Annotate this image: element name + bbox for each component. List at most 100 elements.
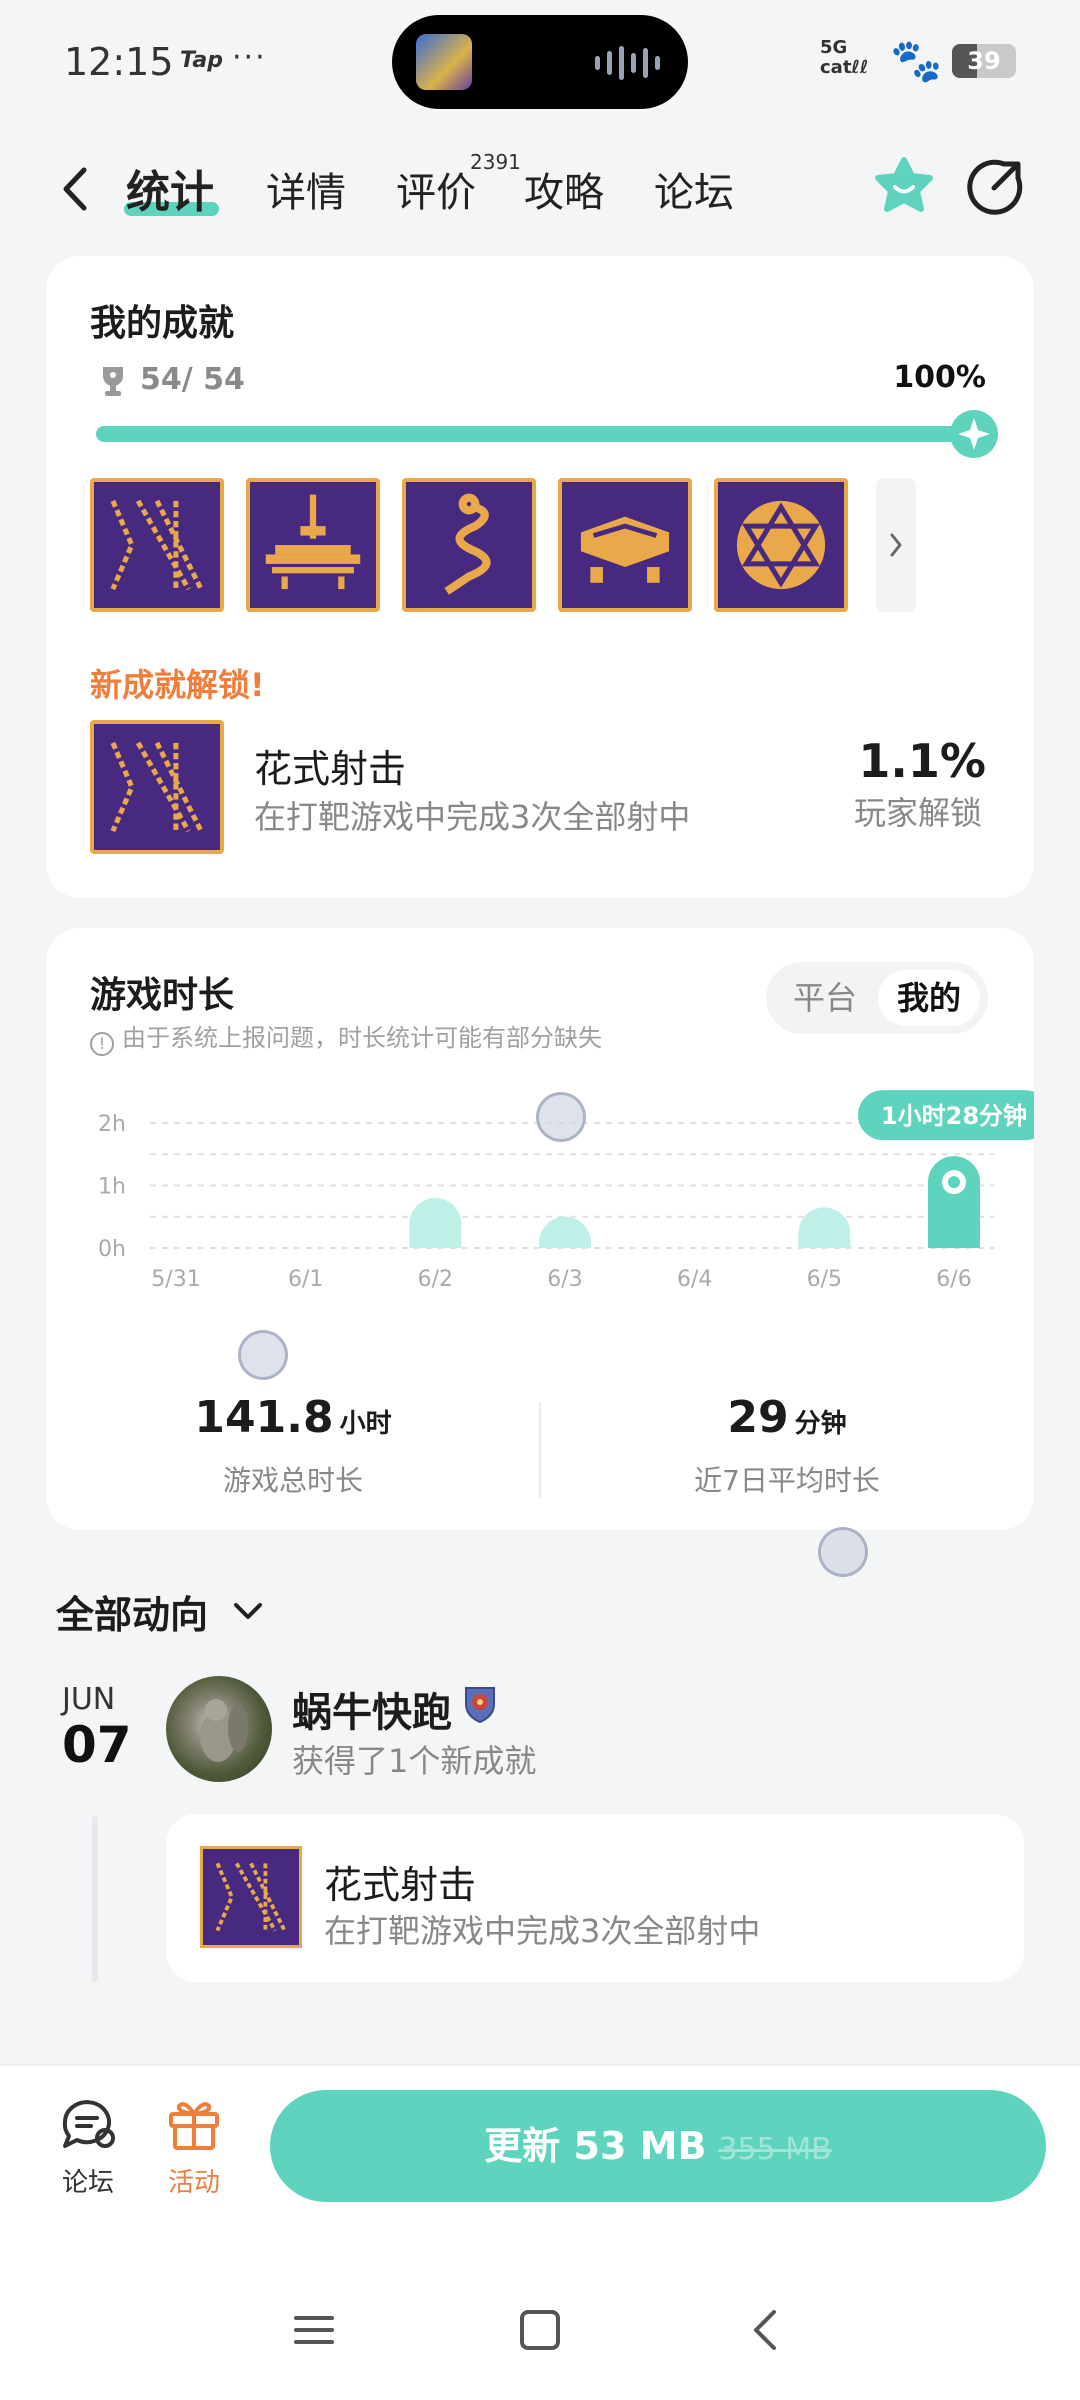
- total-playtime-value: 141.8: [194, 1392, 334, 1443]
- top-nav: 统计 详情 评价 2391 攻略 论坛: [0, 140, 1080, 240]
- events-label: 活动: [167, 2168, 220, 2198]
- dynamic-island[interactable]: [392, 15, 688, 109]
- data-source-toggle: 平台 我的: [766, 962, 988, 1034]
- back-arrow-icon[interactable]: [56, 164, 96, 214]
- y-tick-label: 2h: [98, 1112, 126, 1137]
- timeline-line: [92, 1816, 98, 1982]
- avg-playtime-value: 29: [727, 1392, 789, 1443]
- system-back-icon[interactable]: [738, 2302, 794, 2358]
- avg-playtime-unit: 分钟: [794, 1409, 847, 1439]
- x-tick-label: 6/4: [677, 1267, 712, 1292]
- tab-guides[interactable]: 攻略: [524, 160, 604, 218]
- forum-label: 论坛: [61, 2168, 114, 2198]
- achievement-badge[interactable]: [714, 478, 848, 612]
- chart-bar: [539, 1216, 591, 1248]
- network-type: 5G: [820, 37, 848, 58]
- achievement-progress-bar: [96, 426, 986, 442]
- unlock-rate: 1.1%: [858, 734, 986, 788]
- chart-bar-marker-dot: [948, 1176, 960, 1189]
- forum-button[interactable]: 论坛: [38, 2094, 138, 2199]
- playtime-note-text: 由于系统上报问题，时长统计可能有部分缺失: [122, 1024, 602, 1052]
- achievements-card[interactable]: 我的成就 54/ 54 100% 新成就解锁! 花式射击 在打靶游戏中完成3次全…: [46, 256, 1034, 898]
- toggle-platform[interactable]: 平台: [774, 970, 876, 1026]
- total-playtime-label: 游戏总时长: [222, 1464, 363, 1497]
- avg-playtime-stat: 29 分钟 近7日平均时长: [540, 1392, 1034, 1499]
- x-tick-label: 6/2: [418, 1267, 453, 1292]
- playtime-card: 游戏时长 ! 由于系统上报问题，时长统计可能有部分缺失 平台 我的 0h 1h 2h 5…: [46, 928, 1034, 1530]
- status-bar: 12:15 Tap ··· 5G catℓℓ 🐾 39: [0, 0, 1080, 125]
- feed-achievement-name: 花式射击: [324, 1863, 477, 1907]
- feed-achievement-badge: [200, 1846, 302, 1948]
- tab-reviews[interactable]: 评价: [396, 160, 476, 218]
- feed-filter-title[interactable]: 全部动向: [56, 1584, 208, 1639]
- chart-bar: [409, 1198, 462, 1248]
- y-tick-label: 0h: [98, 1237, 126, 1262]
- tab-stats[interactable]: 统计: [126, 156, 214, 220]
- x-tick-label: 6/6: [936, 1267, 971, 1292]
- feed-action-text: 获得了1个新成就: [292, 1742, 537, 1780]
- signal-icon: 5G catℓℓ: [820, 38, 868, 78]
- new-achievement-heading: 新成就解锁!: [90, 666, 265, 704]
- feed-date-day: 07: [62, 1716, 132, 1774]
- star-icon[interactable]: [872, 156, 936, 220]
- x-tick-label: 6/3: [547, 1267, 582, 1292]
- battery-icon: 39: [952, 44, 1016, 78]
- touch-indicator: [536, 1092, 586, 1142]
- progress-sparkle-icon: [950, 410, 998, 458]
- chevron-right-icon[interactable]: [876, 478, 916, 612]
- tap-app-indicator: Tap: [180, 48, 223, 73]
- tab-details[interactable]: 详情: [266, 160, 346, 218]
- clock: 12:15: [64, 40, 174, 84]
- gift-icon: [169, 2102, 219, 2150]
- update-button[interactable]: 更新 53 MB 355 MB: [270, 2090, 1046, 2202]
- chevron-down-icon[interactable]: [230, 1596, 266, 1626]
- new-achievement-desc: 在打靶游戏中完成3次全部射中: [254, 798, 691, 836]
- audio-wave-icon: [595, 45, 660, 81]
- feed-date-month: JUN: [62, 1682, 116, 1717]
- achievement-count: 54/ 54: [140, 362, 245, 397]
- total-playtime-stat: 141.8 小时 游戏总时长: [46, 1392, 540, 1499]
- achievement-badge[interactable]: [558, 478, 692, 612]
- y-tick-label: 1h: [98, 1175, 126, 1200]
- more-notifications-icon: ···: [232, 40, 267, 75]
- playtime-title: 游戏时长: [90, 975, 235, 1016]
- toggle-mine[interactable]: 我的: [878, 970, 980, 1026]
- forum-chat-icon: [62, 2100, 115, 2148]
- achievement-percent: 100%: [893, 360, 986, 395]
- chart-bar: [928, 1156, 980, 1248]
- events-button[interactable]: 活动: [144, 2094, 244, 2199]
- paw-icon: 🐾: [890, 36, 943, 85]
- avatar[interactable]: [166, 1676, 272, 1782]
- total-playtime-unit: 小时: [339, 1409, 392, 1439]
- game-app-icon: [416, 34, 472, 90]
- new-achievement-badge[interactable]: [90, 720, 224, 854]
- achievements-title: 我的成就: [90, 303, 235, 344]
- system-navigation-bar: [0, 2290, 1080, 2370]
- achievement-badge[interactable]: [402, 478, 536, 612]
- playtime-note: ! 由于系统上报问题，时长统计可能有部分缺失: [90, 1018, 602, 1056]
- achievement-badge[interactable]: [90, 478, 224, 612]
- update-original-size: 355 MB: [718, 2132, 832, 2167]
- avg-playtime-label: 近7日平均时长: [694, 1464, 880, 1497]
- menu-icon[interactable]: [286, 2302, 342, 2358]
- carrier-indicator: catℓℓ: [820, 57, 869, 78]
- chart-bar: [798, 1207, 851, 1248]
- chart-value-label: 1小时28分钟: [881, 1102, 1027, 1130]
- feed-achievement-desc: 在打靶游戏中完成3次全部射中: [324, 1912, 761, 1950]
- battery-level: 39: [967, 47, 1001, 75]
- feed-user-name[interactable]: 蜗牛快跑: [292, 1680, 452, 1738]
- achievement-badge[interactable]: [246, 478, 380, 612]
- review-count-badge: 2391: [470, 150, 521, 174]
- info-icon: !: [90, 1032, 114, 1056]
- user-shield-badge-icon: [465, 1687, 495, 1724]
- tab-forum[interactable]: 论坛: [654, 160, 734, 218]
- unlock-rate-label: 玩家解锁: [853, 794, 982, 832]
- x-tick-label: 6/5: [807, 1267, 842, 1292]
- touch-indicator: [238, 1330, 288, 1380]
- x-tick-label: 5/31: [151, 1267, 200, 1292]
- home-icon[interactable]: [512, 2302, 568, 2358]
- share-icon[interactable]: [966, 156, 1026, 216]
- trophy-icon: [103, 367, 123, 396]
- x-tick-label: 6/1: [288, 1267, 323, 1292]
- feed-achievement-card[interactable]: 花式射击 在打靶游戏中完成3次全部射中: [166, 1814, 1024, 1982]
